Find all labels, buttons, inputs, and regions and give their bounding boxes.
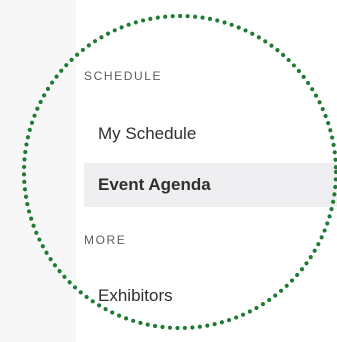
section-header-more: MORE <box>84 233 127 247</box>
sidebar-item-label: Event Agenda <box>98 175 211 194</box>
sidebar-item-exhibitors[interactable]: Exhibitors <box>84 274 337 318</box>
sidebar-item-label: My Schedule <box>98 124 197 143</box>
sidebar-background <box>0 0 76 342</box>
sidebar-item-my-schedule[interactable]: My Schedule <box>84 112 337 156</box>
sidebar-item-label: Exhibitors <box>98 286 173 305</box>
section-header-schedule: SCHEDULE <box>84 69 163 83</box>
zoomed-view: SCHEDULE My Schedule Event Agenda MORE E… <box>0 0 337 342</box>
sidebar-item-event-agenda[interactable]: Event Agenda <box>84 163 337 207</box>
